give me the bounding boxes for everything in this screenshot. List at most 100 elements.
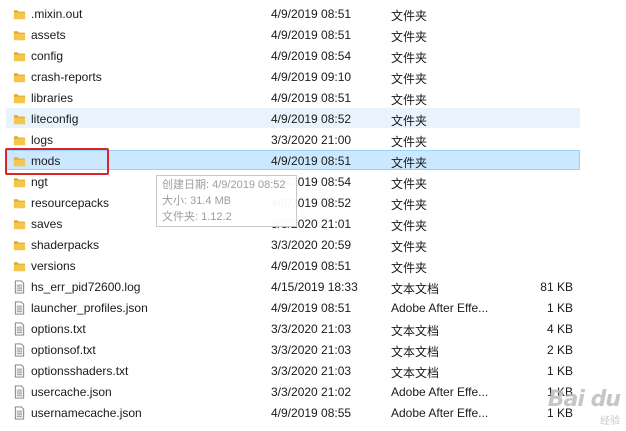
file-row[interactable]: usernamecache.json 4/9/2019 08:55 Adobe Af… — [6, 402, 580, 422]
tooltip-created: 创建日期: 4/9/2019 08:52 — [162, 179, 286, 191]
file-type: 文本文档 — [391, 345, 440, 359]
file-name: options.txt — [31, 322, 86, 336]
file-row[interactable]: config 4/9/2019 08:54 文件夹 — [6, 45, 580, 65]
file-date-modified: 4/9/2019 08:51 — [271, 91, 352, 105]
file-name: saves — [31, 217, 63, 231]
file-name: logs — [31, 133, 54, 147]
file-name: usercache.json — [31, 385, 112, 399]
file-row[interactable]: libraries 4/9/2019 08:51 文件夹 — [6, 87, 580, 107]
file-type: 文件夹 — [391, 261, 428, 275]
file-row[interactable]: options.txt 3/3/2020 21:03 文本文档 4 KB — [6, 318, 580, 338]
file-size: 1 KB — [546, 301, 573, 315]
file-date-modified: 4/9/2019 08:51 — [271, 259, 352, 273]
file-type: 文件夹 — [391, 135, 428, 149]
folder-tooltip: 创建日期: 4/9/2019 08:52 大小: 31.4 MB 文件夹: 1.… — [156, 175, 297, 227]
file-date-modified: 4/9/2019 08:51 — [271, 301, 352, 315]
baidu-watermark: Bai du 经验 — [547, 387, 621, 427]
folder-icon — [13, 238, 26, 252]
file-name: shaderpacks — [31, 238, 100, 252]
file-type: 文件夹 — [391, 30, 428, 44]
file-row[interactable]: hs_err_pid72600.log 4/15/2019 18:33 文本文档 81… — [6, 276, 580, 296]
file-date-modified: 3/3/2020 21:00 — [271, 133, 352, 147]
file-date-modified: 3/3/2020 21:03 — [271, 322, 352, 336]
file-date-modified: 4/9/2019 09:10 — [271, 70, 352, 84]
file-type: 文件夹 — [391, 93, 428, 107]
file-name: usernamecache.json — [31, 406, 142, 420]
file-type: Adobe After Effe... — [391, 385, 489, 399]
file-name: crash-reports — [31, 70, 102, 84]
file-type: 文本文档 — [391, 282, 440, 296]
watermark-brand: Bai du — [547, 387, 621, 412]
file-size: 2 KB — [546, 343, 573, 357]
file-type: 文本文档 — [391, 366, 440, 380]
folder-icon — [13, 91, 26, 105]
watermark-sub: 经验 — [600, 416, 620, 427]
file-date-modified: 3/3/2020 21:03 — [271, 364, 352, 378]
file-date-modified: 3/3/2020 20:59 — [271, 238, 352, 252]
file-row[interactable]: optionsof.txt 3/3/2020 21:03 文本文档 2 KB — [6, 339, 580, 359]
file-type: 文件夹 — [391, 198, 428, 212]
file-type: 文件夹 — [391, 240, 428, 254]
text-file-icon — [13, 322, 26, 336]
file-date-modified: 4/9/2019 08:51 — [271, 154, 352, 168]
file-type: 文件夹 — [391, 72, 428, 86]
text-file-icon — [13, 406, 26, 420]
file-type: 文件夹 — [391, 219, 428, 233]
file-type: 文件夹 — [391, 9, 428, 23]
file-row[interactable]: liteconfig 4/9/2019 08:52 文件夹 — [6, 108, 580, 128]
folder-icon — [13, 217, 26, 231]
tooltip-size: 大小: 31.4 MB — [162, 195, 232, 207]
file-type: Adobe After Effe... — [391, 406, 489, 420]
tooltip-folder: 文件夹: 1.12.2 — [162, 211, 232, 223]
folder-icon — [13, 259, 26, 273]
folder-icon — [13, 28, 26, 42]
file-date-modified: 3/3/2020 21:02 — [271, 385, 352, 399]
folder-icon — [13, 49, 26, 63]
file-size: 81 KB — [540, 280, 573, 294]
folder-icon — [13, 196, 26, 210]
file-type: 文件夹 — [391, 114, 428, 128]
file-name: launcher_profiles.json — [31, 301, 148, 315]
folder-icon — [13, 70, 26, 84]
file-name: .mixin.out — [31, 7, 83, 21]
file-row[interactable]: usercache.json 3/3/2020 21:02 Adobe After … — [6, 381, 580, 401]
file-type: 文本文档 — [391, 324, 440, 338]
file-name: versions — [31, 259, 76, 273]
file-name: libraries — [31, 91, 74, 105]
file-name: liteconfig — [31, 112, 79, 126]
file-row[interactable]: optionsshaders.txt 3/3/2020 21:03 文本文档 1 KB — [6, 360, 580, 380]
file-type: Adobe After Effe... — [391, 301, 489, 315]
file-name: optionsof.txt — [31, 343, 96, 357]
file-name: hs_err_pid72600.log — [31, 280, 141, 294]
folder-icon — [13, 133, 26, 147]
file-name: config — [31, 49, 64, 63]
text-file-icon — [13, 364, 26, 378]
file-date-modified: 4/15/2019 18:33 — [271, 280, 358, 294]
file-date-modified: 4/9/2019 08:52 — [271, 112, 352, 126]
folder-icon — [13, 112, 26, 126]
file-row[interactable]: crash-reports 4/9/2019 09:10 文件夹 — [6, 66, 580, 86]
file-row[interactable]: .mixin.out 4/9/2019 08:51 文件夹 — [6, 3, 580, 23]
text-file-icon — [13, 343, 26, 357]
file-date-modified: 4/9/2019 08:55 — [271, 406, 352, 420]
file-name: resourcepacks — [31, 196, 110, 210]
file-row[interactable]: shaderpacks 3/3/2020 20:59 文件夹 — [6, 234, 580, 254]
file-type: 文件夹 — [391, 156, 428, 170]
file-row[interactable]: launcher_profiles.json 4/9/2019 08:51 Adob… — [6, 297, 580, 317]
file-size: 1 KB — [546, 364, 573, 378]
file-type: 文件夹 — [391, 177, 428, 191]
file-row[interactable]: logs 3/3/2020 21:00 文件夹 — [6, 129, 580, 149]
mods-highlight-box — [5, 148, 109, 175]
file-name: optionsshaders.txt — [31, 364, 129, 378]
file-row[interactable]: versions 4/9/2019 08:51 文件夹 — [6, 255, 580, 275]
file-size: 4 KB — [546, 322, 573, 336]
file-date-modified: 3/3/2020 21:03 — [271, 343, 352, 357]
file-name: ngt — [31, 175, 48, 189]
folder-icon — [13, 7, 26, 21]
file-date-modified: 4/9/2019 08:51 — [271, 28, 352, 42]
text-file-icon — [13, 301, 26, 315]
file-name: assets — [31, 28, 66, 42]
file-date-modified: 4/9/2019 08:54 — [271, 49, 352, 63]
file-type: 文件夹 — [391, 51, 428, 65]
file-row[interactable]: assets 4/9/2019 08:51 文件夹 — [6, 24, 580, 44]
